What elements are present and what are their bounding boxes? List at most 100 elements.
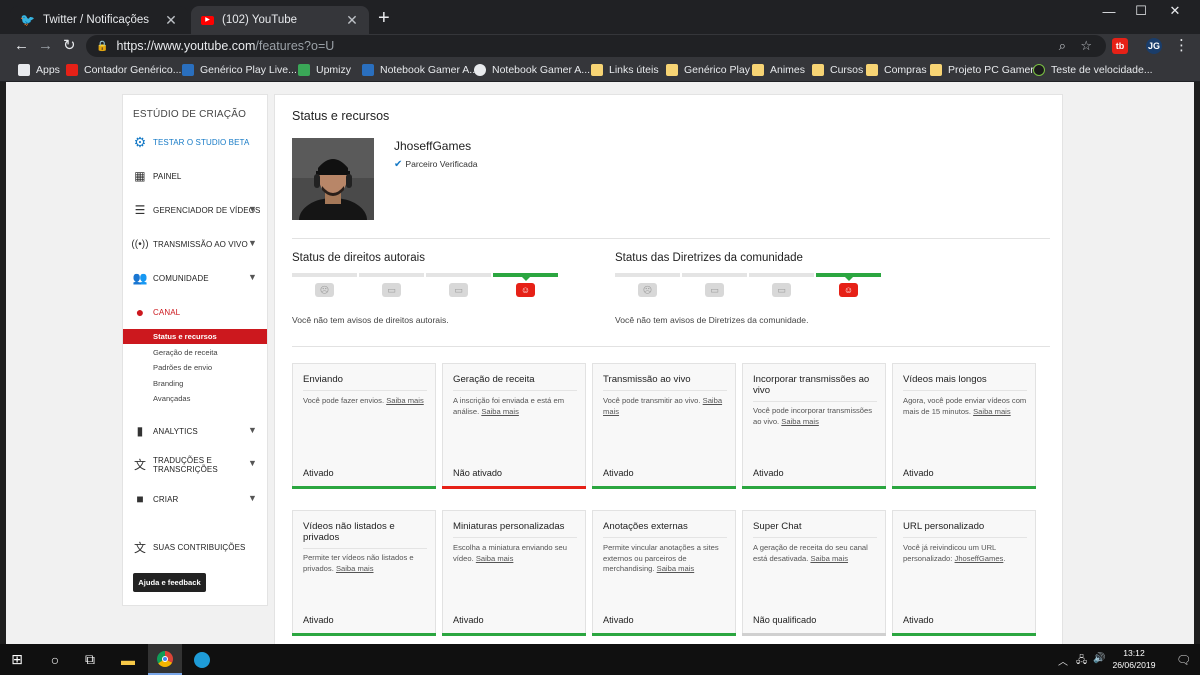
- chevron-down-icon[interactable]: ▼: [248, 425, 257, 435]
- bookmark-label: Animes: [770, 64, 806, 76]
- new-tab-button[interactable]: +: [378, 8, 390, 28]
- extension-icon[interactable]: tb: [1112, 38, 1128, 54]
- maximize-button[interactable]: ☐: [1124, 0, 1158, 22]
- volume-icon[interactable]: 🔊: [1093, 653, 1105, 664]
- blue-app-icon: [362, 64, 374, 76]
- learn-more-link[interactable]: Saiba mais: [481, 407, 519, 416]
- learn-more-link[interactable]: Saiba mais: [810, 554, 848, 563]
- bookmark-label: Projeto PC Gamer: [948, 64, 1034, 76]
- reload-icon[interactable]: ↻: [63, 37, 76, 55]
- avatar[interactable]: [292, 138, 374, 220]
- bookmark-item[interactable]: Compras: [866, 63, 927, 77]
- neutral-face-icon: ▭: [705, 283, 724, 297]
- sidebar-item-translations[interactable]: 文 TRADUÇÕES E TRANSCRIÇÕES ▼: [123, 452, 267, 478]
- minimize-button[interactable]: —: [1092, 0, 1126, 22]
- help-feedback-button[interactable]: Ajuda e feedback: [133, 573, 206, 592]
- feature-description: Permite vincular anotações a sites exter…: [603, 543, 719, 573]
- bookmark-item[interactable]: Contador Genérico...: [66, 63, 181, 77]
- sidebar-item-label: CRIAR: [153, 494, 179, 504]
- sidebar-item-video-manager[interactable]: ☰ GERENCIADOR DE VÍDEOS ▼: [123, 197, 267, 223]
- network-icon[interactable]: 🖧: [1076, 653, 1087, 670]
- status-bar: [592, 486, 736, 489]
- bookmark-item[interactable]: Teste de velocidade...: [1033, 63, 1153, 77]
- bookmark-item[interactable]: Links úteis: [591, 63, 659, 77]
- tab-twitter[interactable]: 🐦 Twitter / Notificações ✕: [10, 6, 188, 34]
- sidebar-subitem-upload-defaults[interactable]: Padrões de envio: [123, 360, 267, 375]
- chevron-down-icon[interactable]: ▼: [248, 204, 257, 214]
- chevron-down-icon[interactable]: ▼: [248, 272, 257, 282]
- learn-more-link[interactable]: Saiba mais: [476, 554, 514, 563]
- red-counter-icon: [66, 64, 78, 76]
- folder-icon: [752, 64, 764, 76]
- sidebar-item-channel[interactable]: ● CANAL: [123, 299, 267, 325]
- close-window-button[interactable]: ✕: [1158, 0, 1192, 22]
- close-tab-icon[interactable]: ✕: [345, 12, 359, 29]
- sidebar-item-contributions[interactable]: 文 SUAS CONTRIBUIÇÕES: [123, 534, 267, 560]
- sidebar-subitem-monetization[interactable]: Geração de receita: [123, 345, 267, 360]
- bookmark-item[interactable]: Genérico Play Live...: [182, 63, 297, 77]
- happy-face-icon: ☺: [839, 283, 858, 297]
- sidebar-subitem-branding[interactable]: Branding: [123, 376, 267, 391]
- sidebar-subitem-status[interactable]: Status e recursos: [123, 329, 267, 344]
- feature-description: Escolha a miniatura enviando seu vídeo. …: [453, 543, 567, 563]
- status-bar: [292, 633, 436, 636]
- strike-segment: [426, 273, 491, 277]
- taskbar-clock[interactable]: 13:12 26/06/2019: [1106, 647, 1162, 671]
- bookmark-item[interactable]: Notebook Gamer A...: [362, 63, 478, 77]
- community-status-title: Status das Diretrizes da comunidade: [615, 252, 803, 264]
- folder-icon: [591, 64, 603, 76]
- chevron-down-icon[interactable]: ▼: [248, 459, 257, 468]
- zoom-icon[interactable]: ⌕: [1059, 38, 1066, 54]
- chrome-icon[interactable]: [148, 644, 182, 675]
- active-notch: [522, 277, 530, 281]
- learn-more-link[interactable]: JhoseffGames: [955, 554, 1004, 563]
- bookmark-star-icon[interactable]: ☆: [1080, 38, 1092, 54]
- learn-more-link[interactable]: Saiba mais: [336, 564, 374, 573]
- bookmark-item[interactable]: Upmizy: [298, 63, 351, 77]
- sidebar-item-analytics[interactable]: ▮ ANALYTICS ▼: [123, 418, 267, 444]
- app-icon[interactable]: [185, 644, 219, 675]
- file-explorer-icon[interactable]: ▬: [111, 644, 145, 675]
- chevron-down-icon[interactable]: ▼: [248, 238, 257, 248]
- menu-icon[interactable]: ⋮: [1174, 37, 1189, 55]
- bookmark-item[interactable]: Genérico Play: [666, 63, 750, 77]
- gear-icon: ⚙: [133, 133, 147, 150]
- bookmark-item[interactable]: Animes: [752, 63, 805, 77]
- learn-more-link[interactable]: Saiba mais: [386, 396, 424, 405]
- sidebar-item-community[interactable]: 👥 COMUNIDADE ▼: [123, 265, 267, 291]
- address-bar[interactable]: 🔒 https://www.youtube.com/features?o=U ⌕…: [86, 35, 1106, 57]
- youtube-page: ESTÚDIO DE CRIAÇÃO ⚙ TESTAR O STUDIO BET…: [6, 82, 1182, 644]
- bookmark-item[interactable]: Cursos: [812, 63, 863, 77]
- bookmark-item[interactable]: Notebook Gamer A...: [474, 63, 590, 77]
- neutral-face-icon: ☹: [315, 283, 334, 297]
- sidebar-item-studio-beta[interactable]: ⚙ TESTAR O STUDIO BETA: [123, 129, 267, 155]
- back-icon[interactable]: ←: [14, 37, 29, 55]
- task-view-icon[interactable]: ⧉: [73, 644, 107, 675]
- learn-more-link[interactable]: Saiba mais: [973, 407, 1011, 416]
- translate-icon: 文: [133, 457, 147, 472]
- feature-card: Miniaturas personalizadas Escolha a minia…: [442, 510, 586, 636]
- bookmark-item[interactable]: Apps: [18, 63, 60, 77]
- search-circle-icon[interactable]: ○: [38, 644, 72, 675]
- bookmarks-bar: Apps Contador Genérico... Genérico Play Li…: [0, 58, 1200, 82]
- chevron-up-icon[interactable]: ︿: [1058, 653, 1068, 668]
- channel-name: JhoseffGames: [394, 139, 472, 153]
- chevron-down-icon[interactable]: ▼: [248, 493, 257, 503]
- feature-description: Você pode incorporar transmissões ao viv…: [753, 406, 873, 426]
- sidebar-item-create[interactable]: ■ CRIAR ▼: [123, 486, 267, 512]
- bookmark-label: Cursos: [830, 64, 864, 76]
- windows-start-icon[interactable]: ⊞: [0, 644, 34, 675]
- sidebar-subitem-advanced[interactable]: Avançadas: [123, 391, 267, 406]
- sidebar-item-live[interactable]: ((•)) TRANSMISSÃO AO VIVO ▼: [123, 231, 267, 257]
- sidebar-item-painel[interactable]: ▦ PAINEL: [123, 163, 267, 189]
- forward-icon[interactable]: →: [38, 37, 53, 55]
- close-tab-icon[interactable]: ✕: [164, 12, 178, 29]
- profile-avatar[interactable]: JG: [1146, 38, 1162, 54]
- notifications-icon[interactable]: 🗨: [1176, 653, 1191, 667]
- tab-youtube[interactable]: ▶ (102) YouTube ✕: [191, 6, 369, 34]
- bookmark-item[interactable]: Projeto PC Gamer: [930, 63, 1034, 77]
- dashboard-icon: ▦: [134, 169, 146, 183]
- learn-more-link[interactable]: Saiba mais: [781, 417, 819, 426]
- clock-time: 13:12: [1123, 648, 1145, 658]
- learn-more-link[interactable]: Saiba mais: [657, 564, 695, 573]
